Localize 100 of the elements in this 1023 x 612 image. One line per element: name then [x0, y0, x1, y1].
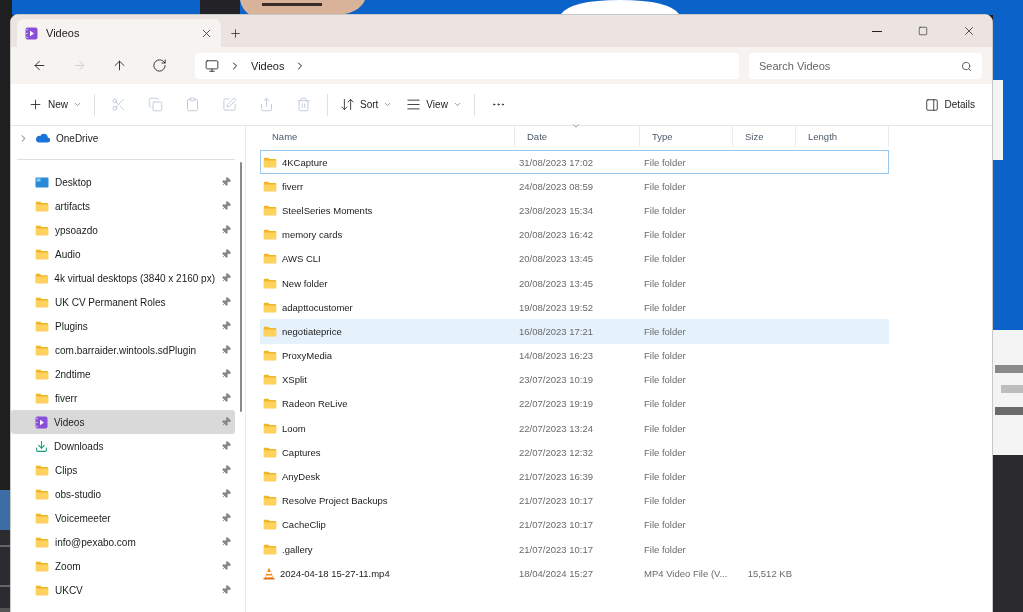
sidebar-item[interactable]: Videos: [11, 410, 235, 434]
sidebar-item[interactable]: artifacts: [11, 194, 235, 218]
folder-icon: [263, 543, 277, 555]
maximize-icon: [918, 26, 928, 36]
scrollbar-thumb[interactable]: [240, 162, 242, 412]
details-button[interactable]: Details: [918, 89, 982, 120]
date-cell-text: 21/07/2023 16:39: [518, 471, 594, 483]
file-row[interactable]: XSplit 23/07/2023 10:19 File folder: [260, 367, 889, 392]
sidebar-item[interactable]: OneDrive: [11, 126, 235, 150]
file-name: Loom: [282, 422, 306, 434]
file-name: negotiateprice: [282, 325, 342, 337]
file-row[interactable]: New folder 20/08/2023 13:45 File folder: [260, 270, 889, 296]
file-name: CacheClip: [282, 519, 326, 531]
file-row[interactable]: .gallery 21/07/2023 10:17 File folder: [260, 537, 889, 562]
file-name: 4KCapture: [282, 156, 328, 168]
sidebar-item[interactable]: Voicemeeter: [11, 506, 235, 530]
date-cell-text: 23/08/2023 15:34: [518, 204, 594, 216]
column-header[interactable]: Name: [260, 125, 515, 147]
sidebar-item[interactable]: Desktop: [11, 170, 235, 194]
file-name: SteelSeries Moments: [282, 204, 373, 216]
view-button[interactable]: View: [399, 89, 469, 120]
sidebar-item[interactable]: obs-studio: [11, 482, 235, 506]
date-cell-text: 22/07/2023 12:32: [518, 446, 594, 458]
sidebar-item[interactable]: Downloads: [11, 434, 235, 458]
date-cell-text: 24/08/2023 08:59: [518, 180, 594, 192]
folder-icon: [35, 248, 49, 260]
sidebar-label: com.barraider.wintools.sdPlugin: [55, 344, 198, 356]
file-row[interactable]: SteelSeries Moments 23/08/2023 15:34 File folder: [260, 198, 889, 223]
sidebar-item[interactable]: fiverr: [11, 386, 235, 410]
sidebar-item[interactable]: Plugins: [11, 314, 235, 338]
file-row[interactable]: AWS CLI 20/08/2023 13:45 File folder: [260, 246, 889, 271]
file-name: fiverr: [282, 180, 304, 192]
sort-button[interactable]: Sort: [333, 89, 400, 120]
caret-icon: [73, 100, 82, 109]
folder-icon: [263, 156, 277, 168]
file-row[interactable]: Radeon ReLive 22/07/2023 19:19 File folder: [260, 391, 889, 417]
folder-icon: [263, 495, 277, 507]
file-name: Captures: [282, 446, 321, 458]
sidebar-label: artifacts: [55, 200, 91, 212]
file-name: ProxyMedia: [282, 350, 333, 362]
download-icon: [35, 439, 48, 453]
type-cell-text: File folder: [643, 253, 687, 265]
type-cell-text: File folder: [643, 156, 687, 168]
desktop-icon: [35, 176, 49, 188]
folder-icon: [263, 301, 277, 313]
sidebar-item[interactable]: com.barraider.wintools.sdPlugin: [11, 338, 235, 362]
address-bar[interactable]: Videos: [195, 52, 739, 79]
sidebar-label: Desktop: [55, 176, 93, 188]
sidebar-item[interactable]: info@pexabo.com: [11, 530, 235, 554]
file-row[interactable]: fiverr 24/08/2023 08:59 File folder: [260, 174, 889, 199]
sidebar-item[interactable]: 2ndtime: [11, 362, 235, 386]
sidebar-item[interactable]: Audio: [11, 242, 235, 266]
type-cell-text: File folder: [643, 180, 687, 192]
column-header[interactable]: Date: [515, 125, 640, 147]
folder-icon: [35, 560, 49, 572]
file-row[interactable]: memory cards 20/08/2023 16:42 File folder: [260, 222, 889, 247]
file-row[interactable]: adapttocustomer 19/08/2023 19:52 File folder: [260, 295, 889, 320]
sidebar-label: OneDrive: [56, 132, 100, 144]
file-row[interactable]: Resolve Project Backups 21/07/2023 10:17 File folder: [260, 488, 889, 513]
sidebar-label: obs-studio: [55, 488, 103, 500]
sidebar-label: Videos: [54, 416, 86, 428]
file-row[interactable]: 2024-04-18 15-27-11.mp4 18/04/2024 15:27 MP4 Video File (V... 15,512 KB: [260, 561, 889, 586]
file-row[interactable]: AnyDesk 21/07/2023 16:39 File folder: [260, 464, 889, 489]
tab[interactable]: Videos: [17, 19, 221, 47]
search-field[interactable]: Search Videos: [749, 52, 982, 79]
column-header[interactable]: Length: [796, 125, 889, 147]
date-cell-text: 20/08/2023 13:45: [518, 277, 594, 289]
folder-icon: [263, 398, 277, 410]
traffic-cone-icon: [263, 566, 275, 580]
date-cell-text: 21/07/2023 10:17: [518, 519, 594, 531]
column-header[interactable]: Type: [640, 125, 733, 147]
sidebar-item[interactable]: ypsoazdo: [11, 218, 235, 242]
file-row[interactable]: 4KCapture 31/08/2023 17:02 File folder: [260, 150, 889, 175]
file-row[interactable]: Captures 22/07/2023 12:32 File folder: [260, 440, 889, 465]
folder-icon: [263, 204, 277, 216]
sidebar-item[interactable]: Clips: [11, 458, 235, 482]
folder-icon: [35, 296, 49, 308]
folder-icon: [35, 344, 49, 356]
file-name: AnyDesk: [282, 471, 320, 483]
sidebar-item[interactable]: 4k virtual desktops (3840 x 2160 px): [11, 266, 235, 290]
folder-icon: [35, 392, 49, 404]
folder-icon: [35, 368, 49, 380]
date-cell-text: 22/07/2023 19:19: [518, 398, 594, 410]
sidebar-item[interactable]: Zoom: [11, 554, 235, 578]
file-row[interactable]: negotiateprice 16/08/2023 17:21 File folder: [260, 319, 889, 344]
type-cell-text: File folder: [643, 446, 687, 458]
new-button[interactable]: New: [21, 89, 89, 120]
type-cell-text: File folder: [643, 204, 687, 216]
date-cell-text: 23/07/2023 10:19: [518, 374, 594, 386]
sidebar-item[interactable]: UKCV: [11, 578, 235, 602]
folder-icon: [35, 584, 49, 596]
folder-icon: [263, 277, 277, 289]
column-header[interactable]: Size: [733, 125, 796, 147]
file-row[interactable]: ProxyMedia 14/08/2023 16:23 File folder: [260, 343, 889, 368]
file-row[interactable]: CacheClip 21/07/2023 10:17 File folder: [260, 512, 889, 537]
breadcrumb[interactable]: Videos: [251, 59, 285, 72]
file-name: memory cards: [282, 229, 343, 241]
folder-icon: [263, 471, 277, 483]
file-row[interactable]: Loom 22/07/2023 13:24 File folder: [260, 416, 889, 441]
sidebar-item[interactable]: UK CV Permanent Roles: [11, 290, 235, 314]
